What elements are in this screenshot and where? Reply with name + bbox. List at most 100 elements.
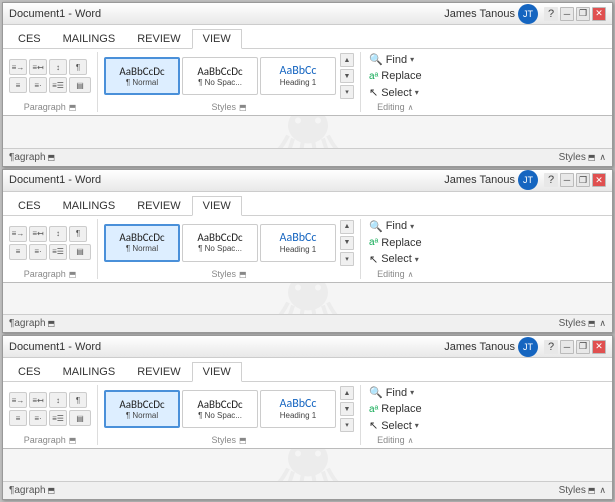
indent-left-btn[interactable]: ≡↤: [29, 59, 47, 75]
styles-expand-icon[interactable]: ⬒: [239, 103, 247, 112]
help-button[interactable]: ?: [544, 340, 558, 354]
bullet-btn[interactable]: ≡·: [29, 244, 47, 260]
tab-mailings[interactable]: MAILINGS: [52, 362, 127, 381]
restore-button[interactable]: ❐: [576, 7, 590, 21]
status-expand-icon[interactable]: ⬒: [48, 153, 56, 162]
styles-scroll-up[interactable]: ▲: [340, 386, 354, 400]
replace-button[interactable]: aᵃReplace: [367, 69, 424, 83]
tab-review[interactable]: REVIEW: [126, 29, 191, 48]
tab-review[interactable]: REVIEW: [126, 362, 191, 381]
sort-btn[interactable]: ↕: [49, 392, 67, 408]
sort-btn[interactable]: ↕: [49, 226, 67, 242]
bullet-btn[interactable]: ≡·: [29, 77, 47, 93]
replace-button[interactable]: aᵃReplace: [367, 402, 424, 416]
minimize-button[interactable]: ─: [560, 173, 574, 187]
style-item-1[interactable]: AaBbCcDc¶ No Spac...: [182, 224, 258, 262]
paragraph-btn[interactable]: ¶: [69, 226, 87, 242]
paragraph-expand-icon[interactable]: ⬒: [69, 436, 77, 445]
indent-left-btn[interactable]: ≡↤: [29, 392, 47, 408]
paragraph-btn[interactable]: ¶: [69, 59, 87, 75]
list-btn[interactable]: ≡: [9, 77, 27, 93]
styles-more[interactable]: ▾: [340, 85, 354, 99]
styles-expand-icon[interactable]: ⬒: [239, 436, 247, 445]
styles-scroll-up[interactable]: ▲: [340, 53, 354, 67]
style-item-0[interactable]: AaBbCcDc¶ Normal: [104, 57, 180, 95]
styles-more[interactable]: ▾: [340, 252, 354, 266]
find-button[interactable]: 🔍Find▾: [367, 385, 416, 400]
status-collapse-icon[interactable]: ∧: [599, 152, 606, 163]
editing-collapse-icon[interactable]: ∧: [408, 436, 414, 445]
multilevel-btn[interactable]: ≡☰: [49, 244, 67, 260]
border-btn[interactable]: ▤: [69, 410, 91, 426]
style-label: Heading 1: [280, 245, 316, 254]
help-button[interactable]: ?: [544, 173, 558, 187]
tab-mailings[interactable]: MAILINGS: [52, 196, 127, 215]
close-button[interactable]: ✕: [592, 7, 606, 21]
border-btn[interactable]: ▤: [69, 77, 91, 93]
replace-button[interactable]: aᵃReplace: [367, 236, 424, 250]
styles-more[interactable]: ▾: [340, 418, 354, 432]
list-btn[interactable]: ≡: [9, 410, 27, 426]
indent-left-btn[interactable]: ≡↤: [29, 226, 47, 242]
tab-view[interactable]: VIEW: [192, 29, 242, 49]
styles-scroll-down[interactable]: ▼: [340, 236, 354, 250]
minimize-button[interactable]: ─: [560, 7, 574, 21]
bullet-btn[interactable]: ≡·: [29, 410, 47, 426]
tab-ces[interactable]: CES: [7, 196, 52, 215]
tab-view[interactable]: VIEW: [192, 196, 242, 216]
editing-collapse-icon[interactable]: ∧: [408, 270, 414, 279]
paragraph-expand-icon[interactable]: ⬒: [69, 270, 77, 279]
style-item-1[interactable]: AaBbCcDc¶ No Spac...: [182, 390, 258, 428]
tab-ces[interactable]: CES: [7, 29, 52, 48]
restore-button[interactable]: ❐: [576, 173, 590, 187]
style-item-2[interactable]: AaBbCcHeading 1: [260, 224, 336, 262]
status-paragraph-label: ¶agraph⬒: [9, 318, 55, 329]
window-title: Document1 - Word: [9, 174, 101, 186]
status-styles-expand-icon[interactable]: ⬒: [588, 319, 596, 328]
styles-scroll-down[interactable]: ▼: [340, 69, 354, 83]
editing-collapse-icon[interactable]: ∧: [408, 103, 414, 112]
status-collapse-icon[interactable]: ∧: [599, 485, 606, 496]
style-item-2[interactable]: AaBbCcHeading 1: [260, 57, 336, 95]
border-btn[interactable]: ▤: [69, 244, 91, 260]
style-item-0[interactable]: AaBbCcDc¶ Normal: [104, 224, 180, 262]
styles-group-content: AaBbCcDc¶ NormalAaBbCcDc¶ No Spac...AaBb…: [104, 219, 354, 267]
status-collapse-icon[interactable]: ∧: [599, 318, 606, 329]
close-button[interactable]: ✕: [592, 173, 606, 187]
select-button[interactable]: ↖Select▾: [367, 85, 421, 100]
select-button[interactable]: ↖Select▾: [367, 418, 421, 433]
styles-expand-icon[interactable]: ⬒: [239, 270, 247, 279]
paragraph-expand-icon[interactable]: ⬒: [69, 103, 77, 112]
sort-btn[interactable]: ↕: [49, 59, 67, 75]
indent-right-btn[interactable]: ≡→: [9, 226, 27, 242]
status-styles-expand-icon[interactable]: ⬒: [588, 153, 596, 162]
style-item-0[interactable]: AaBbCcDc¶ Normal: [104, 390, 180, 428]
tab-review[interactable]: REVIEW: [126, 196, 191, 215]
title-bar-right: James TanousJT?─❐✕: [444, 4, 606, 24]
indent-right-btn[interactable]: ≡→: [9, 59, 27, 75]
status-styles-expand-icon[interactable]: ⬒: [588, 486, 596, 495]
find-button[interactable]: 🔍Find▾: [367, 219, 416, 234]
multilevel-btn[interactable]: ≡☰: [49, 77, 67, 93]
tab-view[interactable]: VIEW: [192, 362, 242, 382]
tab-mailings[interactable]: MAILINGS: [52, 29, 127, 48]
styles-scroll-down[interactable]: ▼: [340, 402, 354, 416]
tab-ces[interactable]: CES: [7, 362, 52, 381]
styles-scroll-up[interactable]: ▲: [340, 220, 354, 234]
find-button[interactable]: 🔍Find▾: [367, 52, 416, 67]
multilevel-btn[interactable]: ≡☰: [49, 410, 67, 426]
select-button[interactable]: ↖Select▾: [367, 252, 421, 267]
minimize-button[interactable]: ─: [560, 340, 574, 354]
status-expand-icon[interactable]: ⬒: [48, 486, 56, 495]
restore-button[interactable]: ❐: [576, 340, 590, 354]
style-sample: AaBbCc: [280, 398, 317, 410]
style-item-2[interactable]: AaBbCcHeading 1: [260, 390, 336, 428]
find-label: Find: [386, 220, 407, 232]
paragraph-btn[interactable]: ¶: [69, 392, 87, 408]
style-item-1[interactable]: AaBbCcDc¶ No Spac...: [182, 57, 258, 95]
status-expand-icon[interactable]: ⬒: [48, 319, 56, 328]
list-btn[interactable]: ≡: [9, 244, 27, 260]
close-button[interactable]: ✕: [592, 340, 606, 354]
help-button[interactable]: ?: [544, 7, 558, 21]
indent-right-btn[interactable]: ≡→: [9, 392, 27, 408]
